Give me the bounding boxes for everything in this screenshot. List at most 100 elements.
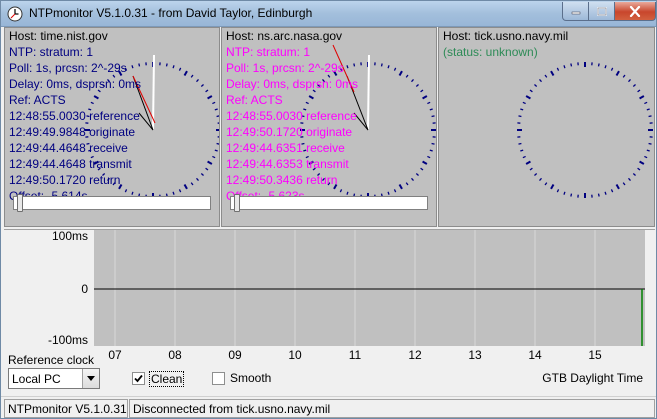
info-line: Poll: 1s, prcsn: 2^-29s xyxy=(226,61,344,75)
x-tick-label: 14 xyxy=(528,348,542,362)
clock-tick xyxy=(183,70,188,76)
dropdown-button[interactable] xyxy=(82,369,99,388)
clock-tick xyxy=(183,184,188,190)
x-tick-label: 08 xyxy=(168,348,182,362)
clock-tick xyxy=(628,177,631,181)
clock-tick xyxy=(570,193,573,197)
clock-tick xyxy=(398,70,403,76)
reference-clock-value: Local PC xyxy=(12,372,61,386)
title-bar[interactable]: NTPmonitor V5.1.0.31 - from David Taylor… xyxy=(1,1,656,27)
clock-tick xyxy=(522,155,526,159)
clock-tick xyxy=(212,155,216,159)
clock-tick xyxy=(529,167,533,171)
info-line: 12:49:50.1720 return xyxy=(9,173,121,187)
clock-icon xyxy=(7,6,23,22)
clock-tick xyxy=(429,108,433,111)
clock-tick xyxy=(387,65,390,69)
smooth-label[interactable]: Smooth xyxy=(230,371,271,385)
close-icon xyxy=(629,5,641,17)
clock-tick xyxy=(190,182,194,186)
second-hand xyxy=(138,112,154,131)
clock-tick xyxy=(411,79,414,83)
clock-tick xyxy=(556,67,560,71)
clock-tick xyxy=(646,149,650,152)
clock-tick xyxy=(214,108,218,111)
clock-tick xyxy=(615,184,620,190)
status-message: Disconnected from tick.usno.navy.mil xyxy=(129,399,655,418)
clock-tick xyxy=(387,191,390,195)
x-tick-label: 07 xyxy=(108,348,122,362)
host-info: Host: tick.usno.navy.mil (status: unknow… xyxy=(443,28,568,60)
clock-tick xyxy=(207,160,213,165)
reference-clock-label: Reference clock xyxy=(8,353,95,367)
clock-tick xyxy=(534,173,538,176)
info-line: NTP: stratum: 1 xyxy=(9,45,94,59)
info-line: 12:48:55.0030 reference xyxy=(9,109,140,123)
reference-clock-select[interactable]: Local PC xyxy=(8,368,100,389)
clock-tick xyxy=(196,79,199,83)
host-name: Host: time.nist.gov xyxy=(9,29,108,43)
y-tick-label: -100ms xyxy=(47,333,88,347)
clock-tick xyxy=(529,89,533,93)
clock-tick xyxy=(405,182,409,186)
clock-tick xyxy=(422,160,428,165)
info-line: Ref: ACTS xyxy=(9,93,66,107)
host-panel-3: Host: tick.usno.navy.mil (status: unknow… xyxy=(438,27,655,227)
clock-tick xyxy=(205,89,209,93)
close-button[interactable] xyxy=(614,2,656,21)
slider-thumb[interactable] xyxy=(234,194,240,212)
clock-tick xyxy=(214,149,218,152)
clock-tick xyxy=(628,79,631,83)
clock-tick xyxy=(393,67,397,71)
y-tick-label: 0 xyxy=(81,282,88,296)
timezone-label: GTB Daylight Time xyxy=(542,371,643,385)
window-title: NTPmonitor V5.1.0.31 - from David Taylor… xyxy=(29,6,313,20)
clock-tick xyxy=(632,84,636,87)
info-line: 12:49:50.3436 return xyxy=(226,173,338,187)
x-tick-label: 10 xyxy=(288,348,302,362)
slider-thumb[interactable] xyxy=(17,194,23,212)
clock-tick xyxy=(632,173,636,176)
graph-gridlines xyxy=(114,230,596,346)
clock-tick xyxy=(178,67,182,71)
clock-tick xyxy=(597,63,600,67)
smooth-checkbox[interactable] xyxy=(212,372,225,385)
offset-slider-1[interactable] xyxy=(13,194,211,212)
clock-tick xyxy=(639,160,645,165)
clock-tick xyxy=(544,74,548,78)
clock-tick xyxy=(544,182,548,186)
clock-tick xyxy=(550,184,555,190)
clean-checkbox[interactable] xyxy=(132,372,145,385)
offset-slider-2[interactable] xyxy=(230,194,428,212)
offset-graph xyxy=(94,230,645,346)
minimize-button[interactable] xyxy=(562,2,589,21)
x-tick-label: 09 xyxy=(228,348,242,362)
clock-tick xyxy=(212,101,216,105)
clock-tick xyxy=(563,65,566,69)
clock-tick xyxy=(172,191,175,195)
checkmark-icon xyxy=(134,374,143,383)
maximize-button[interactable] xyxy=(588,2,615,21)
x-tick-label: 15 xyxy=(588,348,602,362)
clock-tick xyxy=(415,84,419,87)
clock-tick xyxy=(639,95,645,100)
clock-tick xyxy=(615,70,620,76)
host-info: Host: time.nist.gov NTP: stratum: 1 Poll… xyxy=(9,28,141,204)
info-line: 12:49:44.4648 transmit xyxy=(9,157,132,171)
clock-tick xyxy=(207,95,213,100)
status-bar: NTPmonitor V5.1.0.31 Disconnected from t… xyxy=(1,396,656,418)
host-info: Host: ns.arc.nasa.gov NTP: stratum: 1 Po… xyxy=(226,28,358,204)
host-name: Host: tick.usno.navy.mil xyxy=(443,29,569,43)
clock-tick xyxy=(518,142,522,145)
maximize-icon xyxy=(596,6,607,16)
info-line: 12:49:44.4648 receive xyxy=(9,141,128,155)
clean-label[interactable]: Clean xyxy=(149,371,185,387)
clock-tick xyxy=(610,67,614,71)
clock-tick xyxy=(427,101,431,105)
clock-tick xyxy=(604,65,607,69)
clock-tick xyxy=(563,191,566,195)
clock-tick xyxy=(216,115,219,118)
clock-tick xyxy=(622,74,626,78)
clock-tick xyxy=(431,142,435,145)
clock-tick xyxy=(196,177,199,181)
